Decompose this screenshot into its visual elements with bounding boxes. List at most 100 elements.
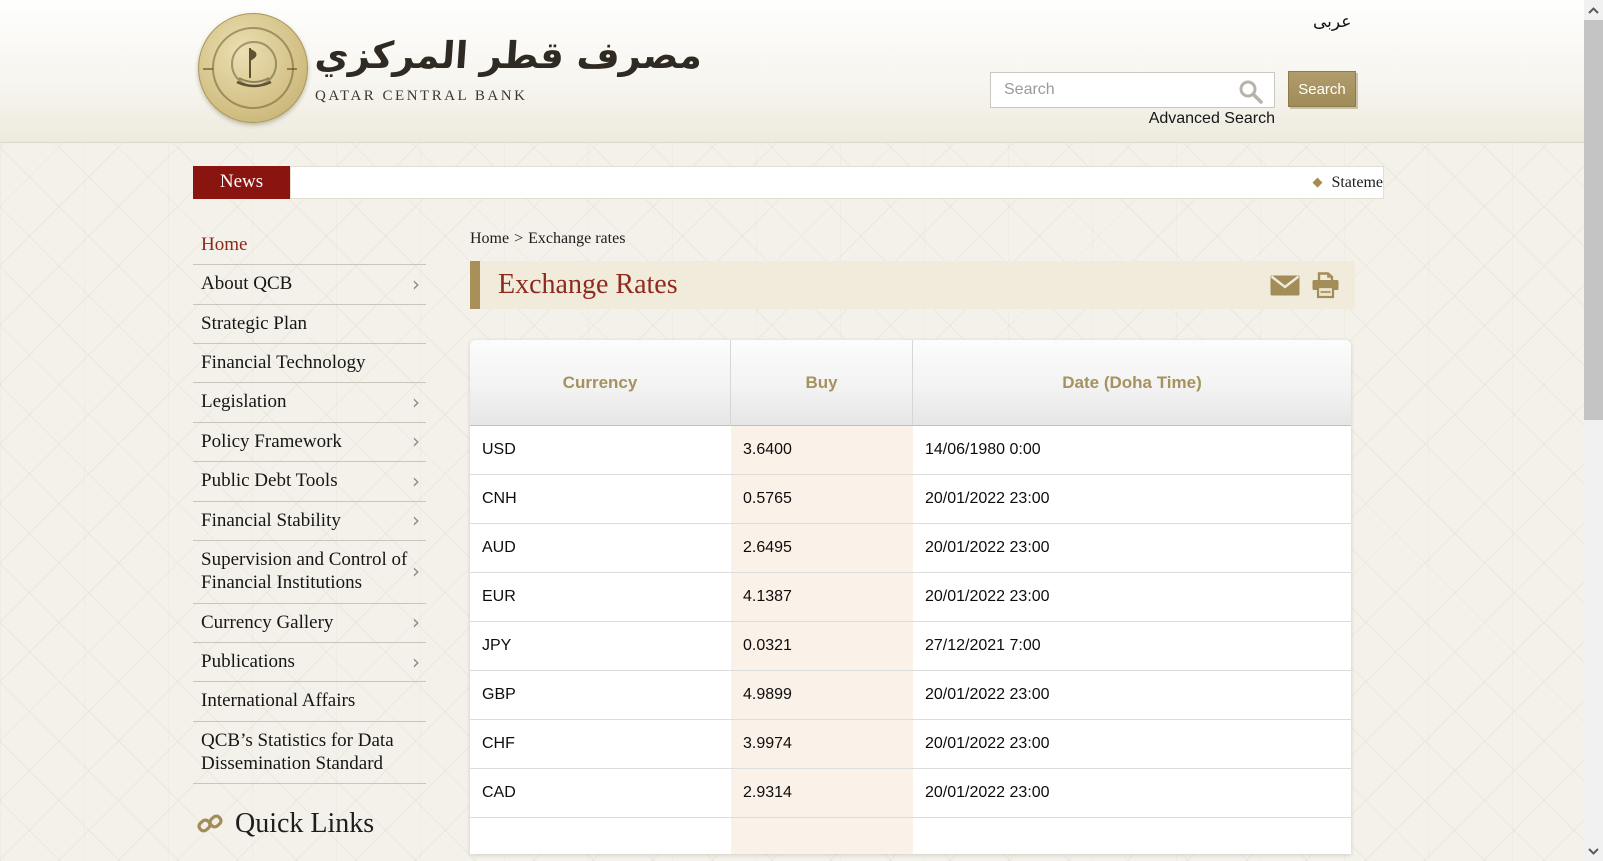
currency-cell: CHF xyxy=(470,720,731,769)
ticker-item-label: Stateme xyxy=(1331,174,1383,192)
sidebar-item[interactable]: Financial Stability› xyxy=(193,502,426,541)
seal-ticks xyxy=(203,68,213,70)
title-accent-bar xyxy=(470,261,480,309)
chevron-right-icon: › xyxy=(412,395,426,409)
buy-cell: 4.1387 xyxy=(731,573,913,622)
table-row: CHF3.997420/01/2022 23:00 xyxy=(470,720,1351,769)
search-button[interactable]: Search xyxy=(1288,71,1356,107)
page-title: Exchange Rates xyxy=(480,269,1270,301)
sidebar-item-label: International Affairs xyxy=(201,689,426,712)
site-header: عربى مصرف قطر المركزي QATAR CENTRAL BANK… xyxy=(0,0,1584,143)
sidebar-item-label: Supervision and Control of Financial Ins… xyxy=(201,548,412,595)
print-icon[interactable] xyxy=(1311,272,1340,299)
column-header-buy: Buy xyxy=(731,340,913,426)
sidebar-item[interactable]: Policy Framework› xyxy=(193,423,426,462)
chain-link-icon xyxy=(197,813,225,835)
buy-cell: 3.6400 xyxy=(731,426,913,475)
sidebar-item[interactable]: About QCB› xyxy=(193,265,426,304)
diamond-bullet-icon: ◆ xyxy=(1312,175,1322,190)
scrollbar-thumb[interactable] xyxy=(1584,20,1603,420)
scroll-up-arrow[interactable] xyxy=(1584,0,1603,20)
sidebar-item-label: Currency Gallery xyxy=(201,611,412,634)
email-icon[interactable] xyxy=(1270,275,1300,296)
buy-cell: 3.9974 xyxy=(731,720,913,769)
buy-cell: 0.5765 xyxy=(731,475,913,524)
advanced-search-link[interactable]: Advanced Search xyxy=(1095,110,1275,128)
date-cell: 20/01/2022 23:00 xyxy=(913,671,1351,720)
bank-name-english: QATAR CENTRAL BANK xyxy=(315,88,535,105)
currency-cell: AUD xyxy=(470,524,731,573)
column-header-date: Date (Doha Time) xyxy=(913,340,1351,426)
sidebar-item[interactable]: Public Debt Tools› xyxy=(193,462,426,501)
currency-cell: EUR xyxy=(470,573,731,622)
rates-table-body: USD3.640014/06/1980 0:00CNH0.576520/01/2… xyxy=(470,426,1351,854)
sidebar-item-label: Policy Framework xyxy=(201,430,412,453)
buy-cell: 2.6495 xyxy=(731,524,913,573)
table-row: JPY0.032127/12/2021 7:00 xyxy=(470,622,1351,671)
search-input[interactable] xyxy=(990,72,1275,108)
chevron-right-icon: › xyxy=(412,513,426,527)
sidebar-item[interactable]: Publications› xyxy=(193,643,426,682)
currency-cell: USD xyxy=(470,426,731,475)
sidebar-item-label: Financial Technology xyxy=(201,351,426,374)
seal-emblem-icon xyxy=(227,38,281,100)
sidebar-item-label: About QCB xyxy=(201,272,412,295)
news-button[interactable]: News xyxy=(193,166,290,199)
news-ticker: ◆ Stateme xyxy=(290,166,1384,199)
currency-cell: JPY xyxy=(470,622,731,671)
date-cell: 20/01/2022 23:00 xyxy=(913,720,1351,769)
sidebar-item[interactable]: Home xyxy=(193,226,426,265)
breadcrumb: Home>Exchange rates xyxy=(470,230,1355,248)
table-row: EUR4.138720/01/2022 23:00 xyxy=(470,573,1351,622)
empty-cell xyxy=(470,818,731,854)
currency-cell: GBP xyxy=(470,671,731,720)
buy-cell: 0.0321 xyxy=(731,622,913,671)
browser-scrollbar xyxy=(1584,0,1603,861)
empty-cell xyxy=(913,818,1351,854)
date-cell: 20/01/2022 23:00 xyxy=(913,573,1351,622)
date-cell: 27/12/2021 7:00 xyxy=(913,622,1351,671)
chevron-right-icon: › xyxy=(412,564,426,578)
sidebar-item-label: QCB’s Statistics for Data Dissemination … xyxy=(201,729,426,776)
bank-name-arabic: مصرف قطر المركزي xyxy=(313,30,537,82)
date-cell: 20/01/2022 23:00 xyxy=(913,524,1351,573)
table-row: CAD2.931420/01/2022 23:00 xyxy=(470,769,1351,818)
chevron-right-icon: › xyxy=(412,615,426,629)
date-cell: 14/06/1980 0:00 xyxy=(913,426,1351,475)
page-title-bar: Exchange Rates xyxy=(470,261,1355,309)
sidebar-item[interactable]: QCB’s Statistics for Data Dissemination … xyxy=(193,722,426,785)
qcb-seal-logo[interactable] xyxy=(198,13,308,123)
sidebar-item-label: Financial Stability xyxy=(201,509,412,532)
sidebar-item[interactable]: Supervision and Control of Financial Ins… xyxy=(193,541,426,604)
quick-links-label: Quick Links xyxy=(235,808,374,840)
sidebar-item[interactable]: Currency Gallery› xyxy=(193,604,426,643)
table-row: CNH0.576520/01/2022 23:00 xyxy=(470,475,1351,524)
ticker-item[interactable]: ◆ Stateme xyxy=(1312,174,1383,192)
scroll-down-arrow[interactable] xyxy=(1584,841,1603,861)
column-header-currency: Currency xyxy=(470,340,731,426)
table-row: GBP4.989920/01/2022 23:00 xyxy=(470,671,1351,720)
main-content: Home>Exchange rates Exchange Rates xyxy=(470,230,1355,854)
chevron-right-icon: › xyxy=(412,655,426,669)
empty-cell xyxy=(731,818,913,854)
chevron-right-icon: › xyxy=(412,474,426,488)
breadcrumb-home-link[interactable]: Home xyxy=(470,230,509,247)
sidebar-item[interactable]: International Affairs xyxy=(193,682,426,721)
breadcrumb-separator: > xyxy=(514,230,523,247)
table-row-partial xyxy=(470,818,1351,854)
currency-cell: CNH xyxy=(470,475,731,524)
table-header-row: Currency Buy Date (Doha Time) xyxy=(470,340,1351,426)
sidebar-item[interactable]: Strategic Plan xyxy=(193,305,426,344)
sidebar-item-label: Publications xyxy=(201,650,412,673)
currency-cell: CAD xyxy=(470,769,731,818)
sidebar-item[interactable]: Financial Technology xyxy=(193,344,426,383)
buy-cell: 2.9314 xyxy=(731,769,913,818)
sidebar-item-label: Public Debt Tools xyxy=(201,469,412,492)
table-row: AUD2.649520/01/2022 23:00 xyxy=(470,524,1351,573)
arabic-language-link[interactable]: عربى xyxy=(1313,12,1351,32)
chevron-right-icon: › xyxy=(412,434,426,448)
logo-wordmark[interactable]: مصرف قطر المركزي QATAR CENTRAL BANK xyxy=(315,30,535,105)
chevron-right-icon: › xyxy=(412,277,426,291)
sidebar-item[interactable]: Legislation› xyxy=(193,383,426,422)
table-row: USD3.640014/06/1980 0:00 xyxy=(470,426,1351,475)
